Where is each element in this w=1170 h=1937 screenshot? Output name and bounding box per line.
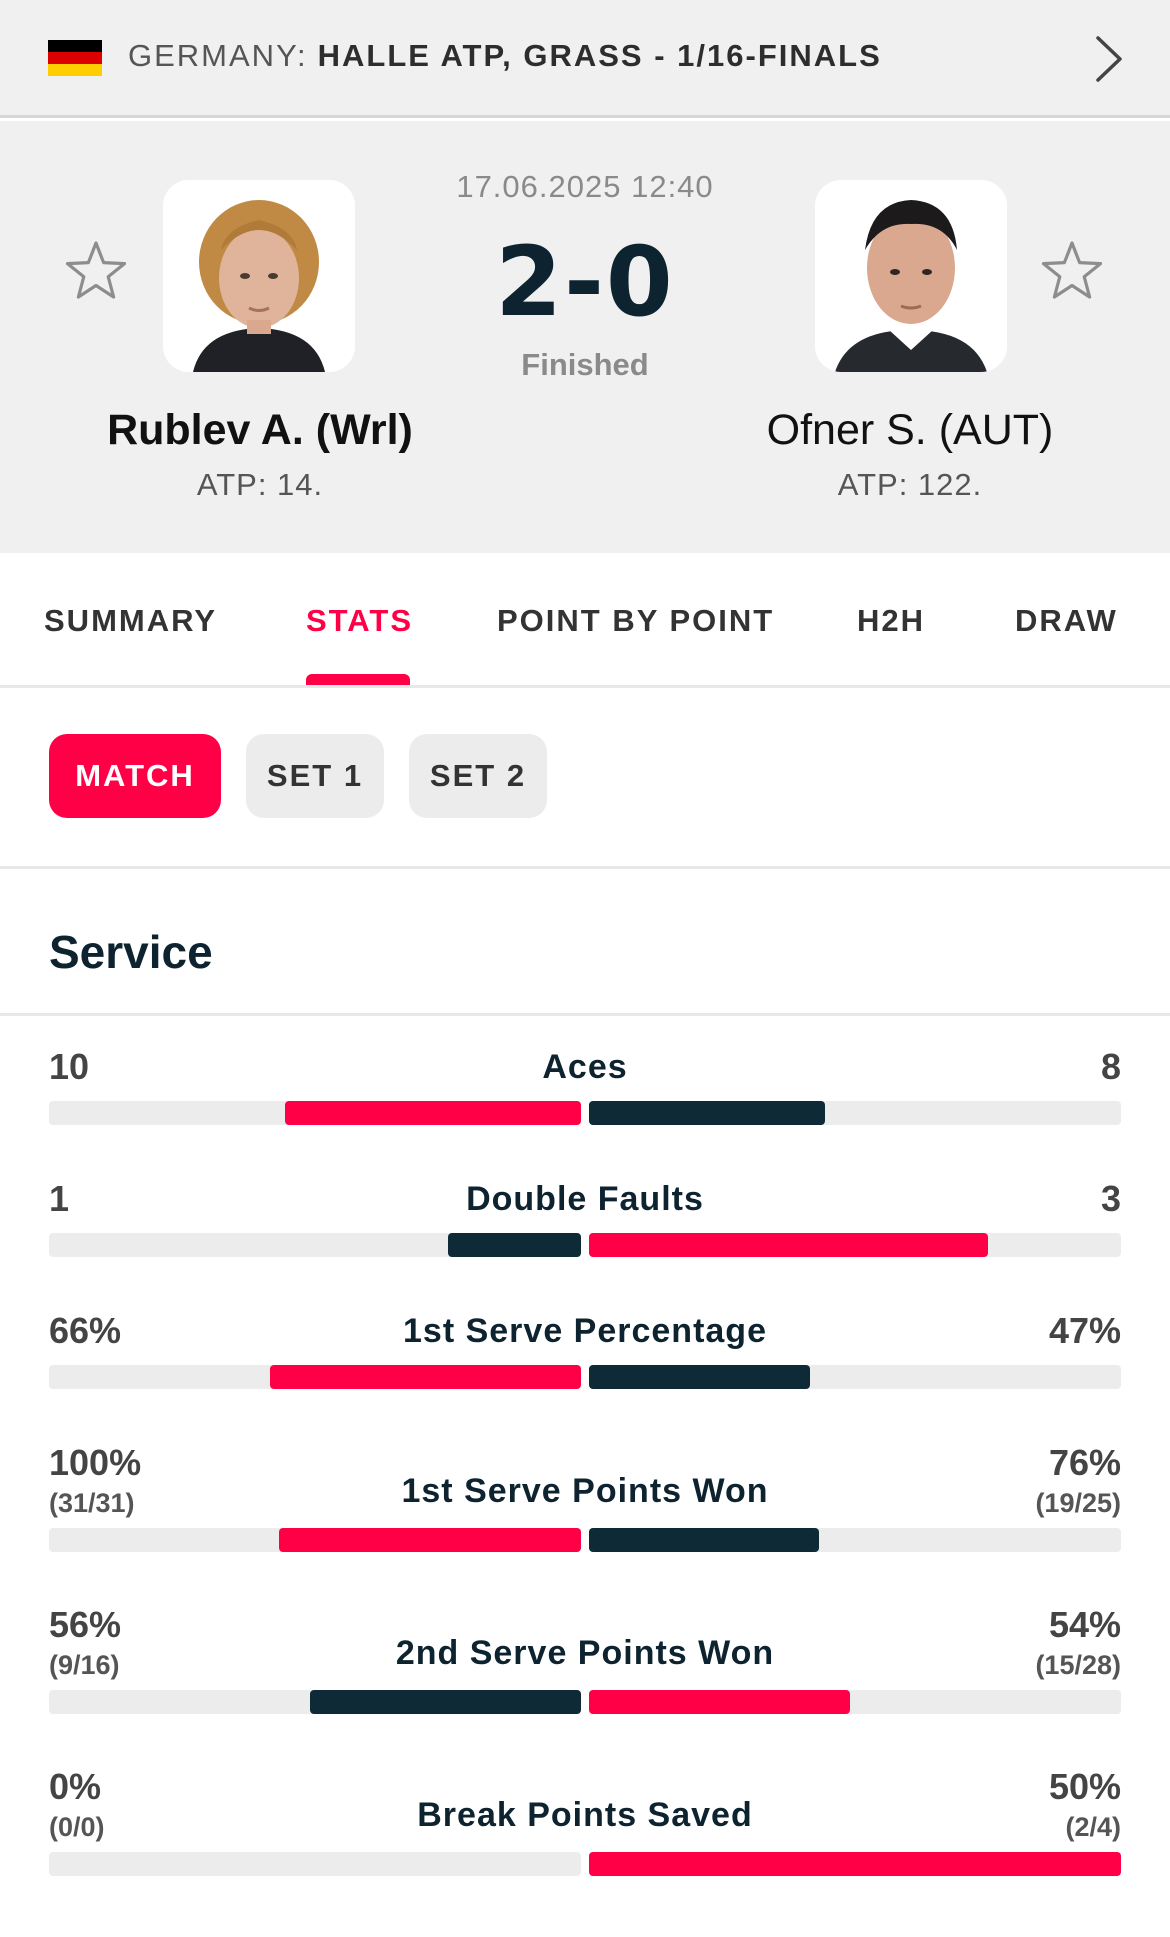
stat-home-bar [279,1528,581,1552]
player-avatar-icon [815,180,1007,372]
away-player-name[interactable]: Ofner S. (AUT) [650,406,1170,455]
stat-label: Double Faults [466,1180,704,1218]
match-status: Finished [521,347,649,382]
stat-away-track [589,1101,1121,1125]
away-player-photo[interactable] [815,180,1007,372]
away-player-rank: ATP: 122. [837,467,983,502]
stat-home-bar [310,1690,581,1714]
stat-home-track [49,1365,581,1389]
stat-away-bar [589,1233,988,1257]
stat-home-detail: (0/0) [49,1812,105,1842]
stat-home-value: 100% [49,1442,142,1483]
stat-label: 1st Serve Points Won [401,1472,769,1510]
flag-stripe-black [48,40,102,52]
stat-home-bar [448,1233,581,1257]
stat-away-track [589,1852,1121,1876]
tournament-label: HALLE ATP, GRASS - 1/16-FINALS [317,38,882,73]
stat-label: Aces [542,1048,628,1086]
section-divider [0,1013,1170,1016]
home-player-name[interactable]: Rublev A. (Wrl) [0,406,520,455]
active-tab-indicator [306,674,410,685]
stat-away-track [589,1690,1121,1714]
stat-home-bar [270,1365,581,1389]
stat-home-value: 66% [49,1310,122,1351]
stat-home-detail: (9/16) [49,1650,120,1680]
stat-away-value: 50% [1048,1766,1121,1807]
stat-away-detail: (15/28) [1035,1650,1121,1680]
stat-label: 2nd Serve Points Won [395,1634,775,1672]
stat-away-value: 8 [1100,1046,1121,1087]
stat-home-track [49,1528,581,1552]
stat-away-bar [589,1101,825,1125]
breadcrumb: GERMANY: HALLE ATP, GRASS - 1/16-FINALS [128,38,882,74]
country-label: GERMANY: [128,38,308,73]
stat-home-bar [285,1101,581,1125]
stat-away-bar [589,1852,1121,1876]
stat-away-track [589,1528,1121,1552]
match-score: 2-0 [495,226,675,338]
flag-stripe-gold [48,64,102,76]
stat-home-value: 56% [49,1604,122,1645]
tab-point-by-point[interactable]: POINT BY POINT [497,603,774,639]
stat-home-track [49,1852,581,1876]
home-player-rank: ATP: 14. [196,467,324,502]
stat-home-track [49,1101,581,1125]
tab-h2h[interactable]: H2H [857,603,925,639]
stat-away-detail: (19/25) [1035,1488,1121,1518]
stat-home-detail: (31/31) [49,1488,135,1518]
period-chip-set-1[interactable]: SET 1 [246,734,384,818]
stat-away-value: 47% [1048,1310,1121,1351]
tab-stats[interactable]: STATS [306,603,413,639]
stat-away-track [589,1365,1121,1389]
tab-draw[interactable]: DRAW [1015,603,1118,639]
chevron-right-icon[interactable] [1090,34,1130,84]
match-tabs: SUMMARY STATS POINT BY POINT H2H DRAW [0,553,1170,688]
stat-away-bar [589,1365,810,1389]
stat-away-bar [589,1528,819,1552]
home-player-photo[interactable] [163,180,355,372]
stat-away-detail: (2/4) [1065,1812,1121,1842]
stat-label: Break Points Saved [417,1796,753,1834]
favorite-star-icon[interactable] [1040,239,1104,303]
section-title: Service [49,926,213,978]
tournament-header[interactable]: GERMANY: HALLE ATP, GRASS - 1/16-FINALS [0,0,1170,118]
stat-away-track [589,1233,1121,1257]
player-avatar-icon [163,180,355,372]
match-header: 17.06.2025 12:40 2-0 Finished Rublev A. … [0,121,1170,553]
stat-home-track [49,1690,581,1714]
stat-home-value: 10 [49,1046,90,1087]
flag-stripe-red [48,52,102,64]
germany-flag-icon [48,40,102,76]
tab-summary[interactable]: SUMMARY [44,603,217,639]
stat-away-value: 76% [1048,1442,1121,1483]
stat-away-value: 54% [1048,1604,1121,1645]
stat-away-value: 3 [1100,1178,1121,1219]
favorite-star-icon[interactable] [64,239,128,303]
period-selector: MATCH SET 1 SET 2 [0,691,1170,869]
match-datetime: 17.06.2025 12:40 [456,169,714,204]
stat-home-value: 1 [49,1178,70,1219]
period-chip-match[interactable]: MATCH [49,734,221,818]
stat-home-track [49,1233,581,1257]
stat-away-bar [589,1690,850,1714]
period-chip-set-2[interactable]: SET 2 [409,734,547,818]
stat-label: 1st Serve Percentage [403,1312,767,1350]
stat-home-value: 0% [49,1766,102,1807]
